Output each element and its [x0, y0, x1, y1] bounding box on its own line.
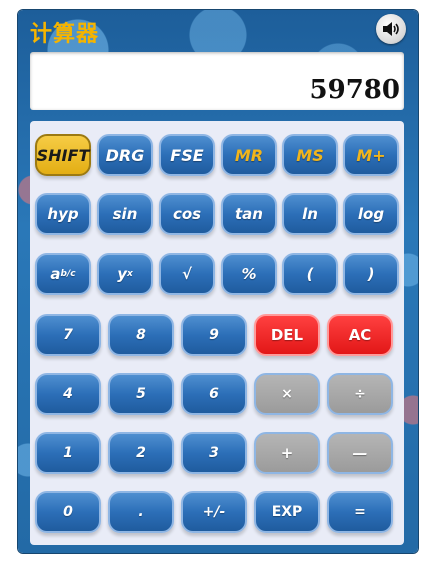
digit-0-button[interactable]: 0 [35, 491, 101, 533]
speaker-icon[interactable] [376, 14, 406, 44]
drg-button[interactable]: DRG [97, 134, 153, 176]
app-title: 计算器 [30, 22, 100, 47]
percent-button[interactable]: % [221, 253, 277, 295]
ln-button[interactable]: ln [282, 193, 338, 235]
exp-button[interactable]: EXP [254, 491, 320, 533]
fraction-button[interactable]: a b/c [35, 253, 91, 295]
multiply-button[interactable]: × [254, 373, 320, 415]
sign-toggle-button[interactable]: +/- [181, 491, 247, 533]
digit-7-button[interactable]: 7 [35, 314, 101, 356]
left-paren-button[interactable]: ( [282, 253, 338, 295]
digit-8-button[interactable]: 8 [108, 314, 174, 356]
delete-button[interactable]: DEL [254, 314, 320, 356]
digit-1-button[interactable]: 1 [35, 432, 101, 474]
m-plus-button[interactable]: M+ [343, 134, 399, 176]
fraction-sup: b/c [60, 269, 76, 279]
right-paren-button[interactable]: ) [343, 253, 399, 295]
power-button[interactable]: yx [97, 253, 153, 295]
sin-button[interactable]: sin [97, 193, 153, 235]
plus-button[interactable]: + [254, 432, 320, 474]
equals-button[interactable]: = [327, 491, 393, 533]
log-button[interactable]: log [343, 193, 399, 235]
power-base: y [117, 265, 127, 283]
hyp-button[interactable]: hyp [35, 193, 91, 235]
keypad: SHIFT DRG FSE MR MS M+ hyp sin cos tan l… [30, 121, 404, 545]
cos-button[interactable]: cos [159, 193, 215, 235]
decimal-button[interactable]: . [108, 491, 174, 533]
minus-button[interactable]: — [327, 432, 393, 474]
fse-button[interactable]: FSE [159, 134, 215, 176]
fraction-base: a [50, 265, 61, 283]
digit-6-button[interactable]: 6 [181, 373, 247, 415]
display-screen: 59780 [30, 52, 404, 110]
power-sup: x [126, 269, 133, 279]
tan-button[interactable]: tan [221, 193, 277, 235]
clear-button[interactable]: AC [327, 314, 393, 356]
digit-3-button[interactable]: 3 [181, 432, 247, 474]
sqrt-button[interactable]: √ [159, 253, 215, 295]
digit-5-button[interactable]: 5 [108, 373, 174, 415]
shift-button[interactable]: SHIFT [35, 134, 91, 176]
calculator-frame: 计算器 59780 SHIFT DRG FSE MR MS M+ hyp sin… [18, 10, 418, 553]
ms-button[interactable]: MS [282, 134, 338, 176]
digit-9-button[interactable]: 9 [181, 314, 247, 356]
digit-2-button[interactable]: 2 [108, 432, 174, 474]
divide-button[interactable]: ÷ [327, 373, 393, 415]
mr-button[interactable]: MR [221, 134, 277, 176]
digit-4-button[interactable]: 4 [35, 373, 101, 415]
display-value: 59780 [309, 75, 400, 105]
